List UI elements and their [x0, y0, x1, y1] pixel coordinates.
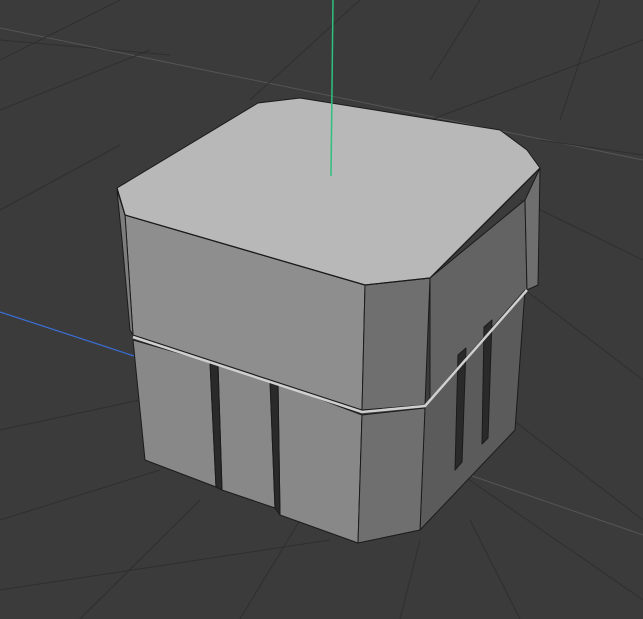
cube-front-panel-2[interactable]	[217, 364, 276, 509]
viewport-canvas[interactable]	[0, 0, 643, 619]
beveled-cube-mesh[interactable]	[116, 97, 541, 544]
cube-front-bevel-lower[interactable]	[357, 407, 426, 544]
grid-major-line	[454, 469, 643, 536]
cube-right-bevel[interactable]	[524, 167, 541, 291]
3d-viewport[interactable]	[0, 0, 643, 619]
cube-front-bevel-upper[interactable]	[361, 277, 431, 411]
x-axis-line	[0, 311, 135, 357]
cube-front-panel-1[interactable]	[132, 339, 217, 488]
